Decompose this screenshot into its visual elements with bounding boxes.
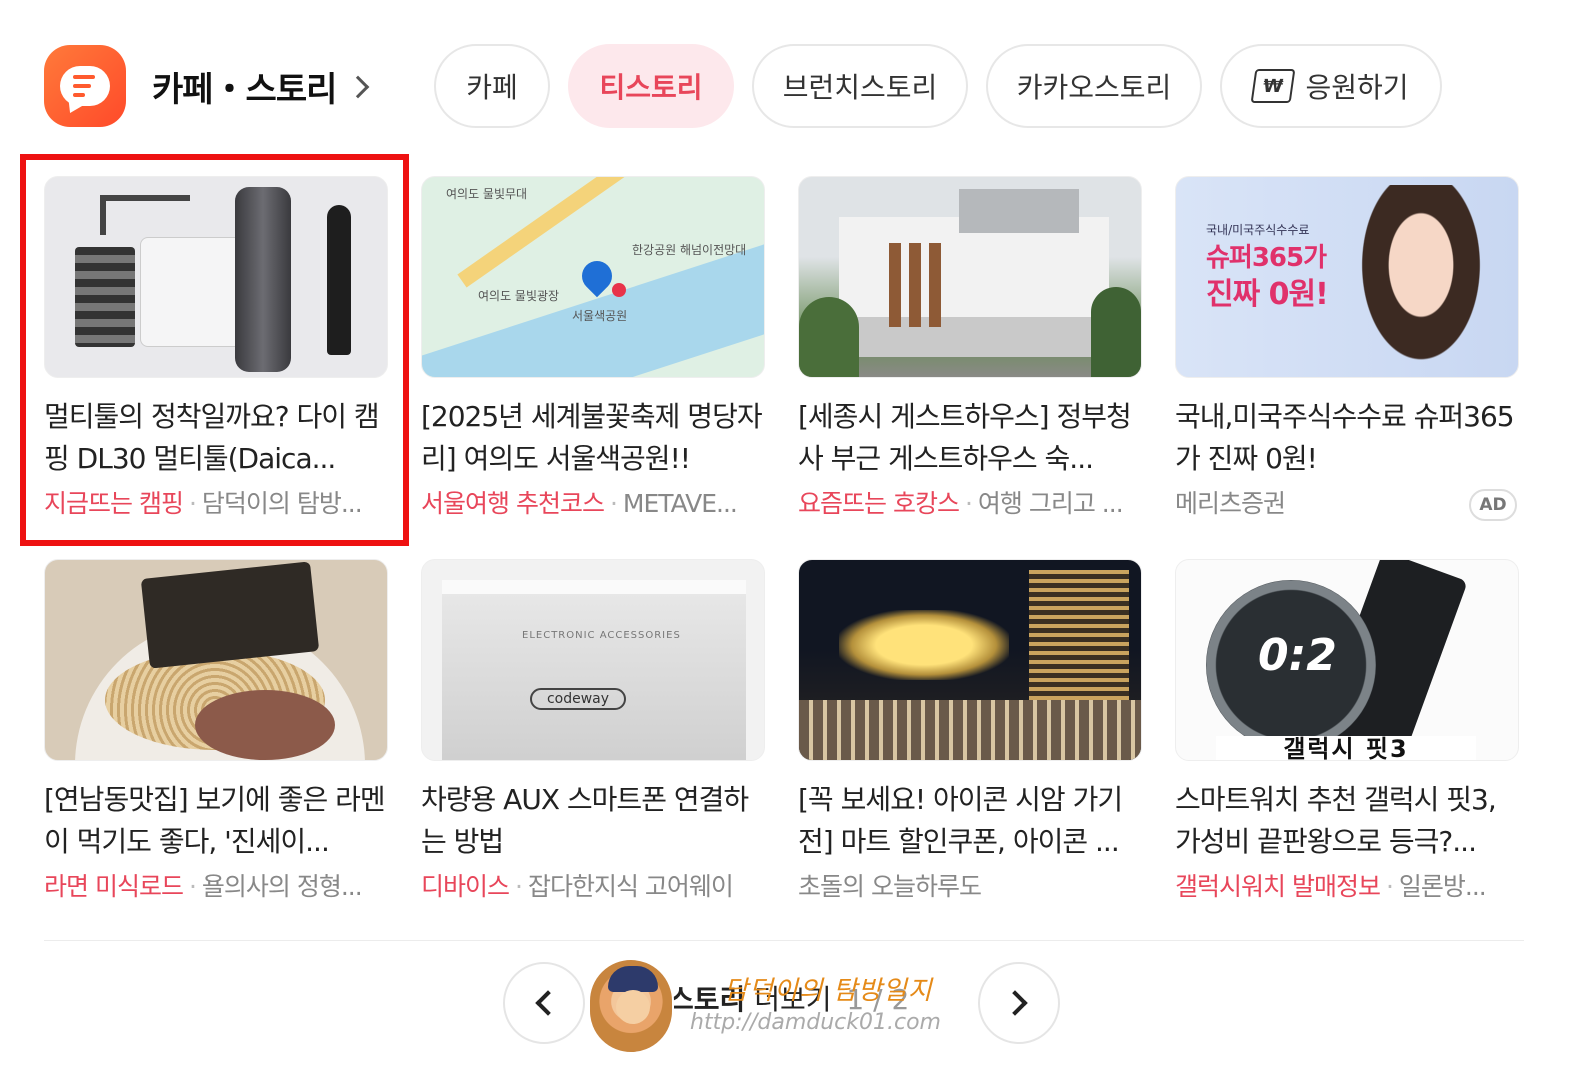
card-title: 국내,미국주식수수료 슈퍼365가 진짜 0원! <box>1175 400 1515 475</box>
card-tag[interactable]: 라면 미식로드 <box>44 872 184 901</box>
card-title: [꼭 보세요! 아이콘 시암 가기전] 마트 할인쿠폰, 아이콘 ... <box>798 783 1123 858</box>
watermark-name: 담덕이의 탐방일지 <box>724 976 933 1006</box>
card-thumbnail: 0:2 갤럭시 핏3 <box>1175 559 1519 761</box>
card-tag[interactable]: 서울여행 추천코스 <box>421 489 605 518</box>
card-meta: 요즘뜨는 호캉스 · 여행 그리고 ... <box>798 489 1124 518</box>
card-meta: 초돌의 오늘하루도 <box>798 869 1142 905</box>
watch-banner-text: 갤럭시 핏3 <box>1216 736 1476 760</box>
card-source[interactable]: 일론방... <box>1399 872 1487 901</box>
card-thumbnail <box>44 559 388 761</box>
story-card-grid: 멀티툴의 정착일까요? 다이 캠핑 DL30 멀티툴(Daica... 지금뜨는… <box>44 176 1524 904</box>
card-title: [2025년 세계불꽃축제 명당자리] 여의도 서울색공원!! <box>421 400 763 475</box>
card-source[interactable]: 잡다한지식 고어웨이 <box>528 872 734 901</box>
card-source[interactable]: 담덕이의 탐방... <box>202 489 363 518</box>
map-label: 여의도 물빛광장 <box>478 289 560 303</box>
card-title: [세종시 게스트하우스] 정부청사 부근 게스트하우스 숙... <box>798 400 1132 475</box>
pouch-text: ELECTRONIC ACCESSORIES <box>522 630 681 641</box>
card-tag[interactable]: 요즘뜨는 호캉스 <box>798 489 960 518</box>
watch-time: 0:2 <box>1258 630 1337 681</box>
tab-cafe[interactable]: 카페 <box>434 44 550 128</box>
card-source[interactable]: 초돌의 오늘하루도 <box>798 872 982 901</box>
story-card[interactable]: [꼭 보세요! 아이콘 시암 가기전] 마트 할인쿠폰, 아이콘 ... 초돌의… <box>798 559 1142 904</box>
chevron-left-icon <box>535 990 561 1016</box>
tab-kakaostory[interactable]: 카카오스토리 <box>986 44 1202 128</box>
card-tag[interactable]: 디바이스 <box>421 872 510 901</box>
watermark-url: http://damduck01.com <box>690 1010 941 1035</box>
card-thumbnail: 국내/미국주식수수료 슈퍼365가 진짜 0원! <box>1175 176 1519 378</box>
map-label: 여의도 물빛무대 <box>446 187 528 201</box>
card-title: 스마트워치 추천 갤럭시 핏3, 가성비 끝판왕으로 등극?... <box>1175 783 1497 858</box>
card-title: 멀티툴의 정착일까요? 다이 캠핑 DL30 멀티툴(Daica... <box>44 400 380 475</box>
prev-button[interactable] <box>503 962 585 1044</box>
won-ticket-icon: ₩ <box>1251 69 1296 103</box>
ad-badge[interactable]: AD <box>1469 489 1517 521</box>
chevron-right-icon <box>1002 990 1028 1016</box>
section-title: 카페・스토리 <box>152 69 337 110</box>
tab-support[interactable]: ₩ 응원하기 <box>1220 44 1442 128</box>
card-thumbnail <box>44 176 388 378</box>
watermark-avatar <box>588 958 674 1054</box>
card-meta: 지금뜨는 캠핑 · 담덕이의 탐방... <box>44 489 363 518</box>
card-source[interactable]: 메리츠증권 <box>1175 489 1286 518</box>
card-meta: 서울여행 추천코스 · METAVE... <box>421 489 738 518</box>
story-card[interactable]: 0:2 갤럭시 핏3 스마트워치 추천 갤럭시 핏3, 가성비 끝판왕으로 등극… <box>1175 559 1519 904</box>
codeway-logo: codeway <box>530 688 626 710</box>
tab-tistory[interactable]: 티스토리 <box>568 44 734 128</box>
story-card[interactable]: ELECTRONIC ACCESSORIES codeway 차량용 AUX 스… <box>421 559 765 904</box>
card-source[interactable]: 여행 그리고 ... <box>978 489 1124 518</box>
pager: 스토리 더보기 1 / 2 담덕이의 탐방일지 http://damduck01… <box>0 958 1588 1054</box>
card-thumbnail: 여의도 물빛무대 한강공원 해넘이전망대 여의도 물빛광장 서울색공원 <box>421 176 765 378</box>
story-card[interactable]: 멀티툴의 정착일까요? 다이 캠핑 DL30 멀티툴(Daica... 지금뜨는… <box>44 176 388 521</box>
tab-brunchstory[interactable]: 브런치스토리 <box>752 44 968 128</box>
section-title-link[interactable]: 카페・스토리 <box>152 62 370 111</box>
card-tag[interactable]: 갤럭시워치 발매정보 <box>1175 872 1381 901</box>
card-meta: 메리츠증권 <box>1175 486 1519 522</box>
card-title: [연남동맛집] 보기에 좋은 라멘이 먹기도 좋다, '진세이... <box>44 783 386 858</box>
card-title: 차량용 AUX 스마트폰 연결하는 방법 <box>421 783 749 858</box>
card-source[interactable]: METAVE... <box>623 489 738 518</box>
card-meta: 디바이스 · 잡다한지식 고어웨이 <box>421 872 734 901</box>
card-source[interactable]: 욜의사의 정형... <box>202 872 363 901</box>
map-label: 서울색공원 <box>572 309 628 323</box>
ad-card[interactable]: 국내/미국주식수수료 슈퍼365가 진짜 0원! 국내,미국주식수수료 슈퍼36… <box>1175 176 1519 521</box>
story-card[interactable]: [연남동맛집] 보기에 좋은 라멘이 먹기도 좋다, '진세이... 라면 미식… <box>44 559 388 904</box>
chat-bubble-icon[interactable] <box>44 45 126 127</box>
story-card[interactable]: [세종시 게스트하우스] 정부청사 부근 게스트하우스 숙... 요즘뜨는 호캉… <box>798 176 1142 521</box>
card-thumbnail: ELECTRONIC ACCESSORIES codeway <box>421 559 765 761</box>
card-thumbnail <box>798 176 1142 378</box>
divider <box>44 940 1524 941</box>
map-label: 한강공원 해넘이전망대 <box>632 243 747 257</box>
tab-bar: 카페 티스토리 브런치스토리 카카오스토리 ₩ 응원하기 <box>434 44 1442 128</box>
next-button[interactable] <box>978 962 1060 1044</box>
story-card[interactable]: 여의도 물빛무대 한강공원 해넘이전망대 여의도 물빛광장 서울색공원 [202… <box>421 176 765 521</box>
chevron-right-icon <box>347 75 370 99</box>
ad-banner-text: 국내/미국주식수수료 <box>1206 223 1310 237</box>
card-meta: 라면 미식로드 · 욜의사의 정형... <box>44 872 363 901</box>
card-tag[interactable]: 지금뜨는 캠핑 <box>44 489 184 518</box>
ad-banner-text: 진짜 0원! <box>1206 277 1329 312</box>
card-meta: 갤럭시워치 발매정보 · 일론방... <box>1175 872 1487 901</box>
card-thumbnail <box>798 559 1142 761</box>
